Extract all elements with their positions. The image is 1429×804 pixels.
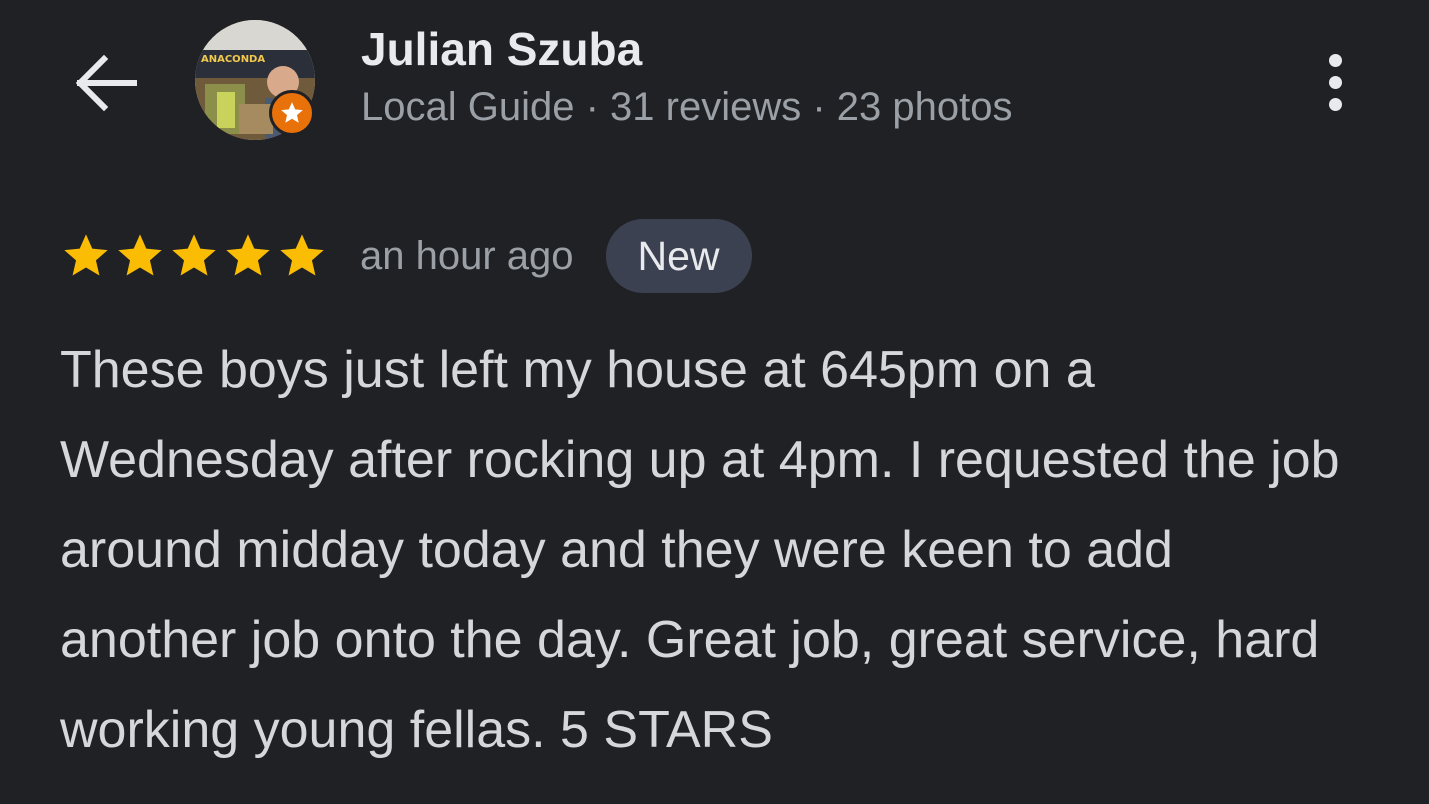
local-guide-badge bbox=[269, 90, 315, 136]
star-icon bbox=[64, 234, 108, 276]
star-icon bbox=[226, 234, 270, 276]
more-vertical-icon bbox=[1328, 53, 1342, 67]
avatar-sign-text: ANACONDA bbox=[201, 54, 265, 65]
more-options-button[interactable] bbox=[1300, 44, 1370, 120]
avatar[interactable]: ANACONDA bbox=[195, 20, 315, 140]
star-icon bbox=[118, 234, 162, 276]
review-text: These boys just left my house at 645pm o… bbox=[60, 341, 1340, 759]
rating-row: an hour ago New bbox=[60, 218, 752, 294]
review-time: an hour ago bbox=[360, 233, 574, 278]
star-icon bbox=[280, 234, 324, 276]
back-button[interactable] bbox=[70, 48, 140, 118]
new-badge: New bbox=[605, 219, 752, 293]
arrow-left-icon bbox=[75, 54, 137, 112]
reviewer-meta: Local Guide · 31 reviews · 23 photos bbox=[361, 85, 1013, 129]
reviewer-name[interactable]: Julian Szuba bbox=[361, 22, 642, 76]
star-icon bbox=[172, 234, 216, 276]
star-rating bbox=[60, 230, 328, 282]
star-icon bbox=[281, 102, 303, 123]
